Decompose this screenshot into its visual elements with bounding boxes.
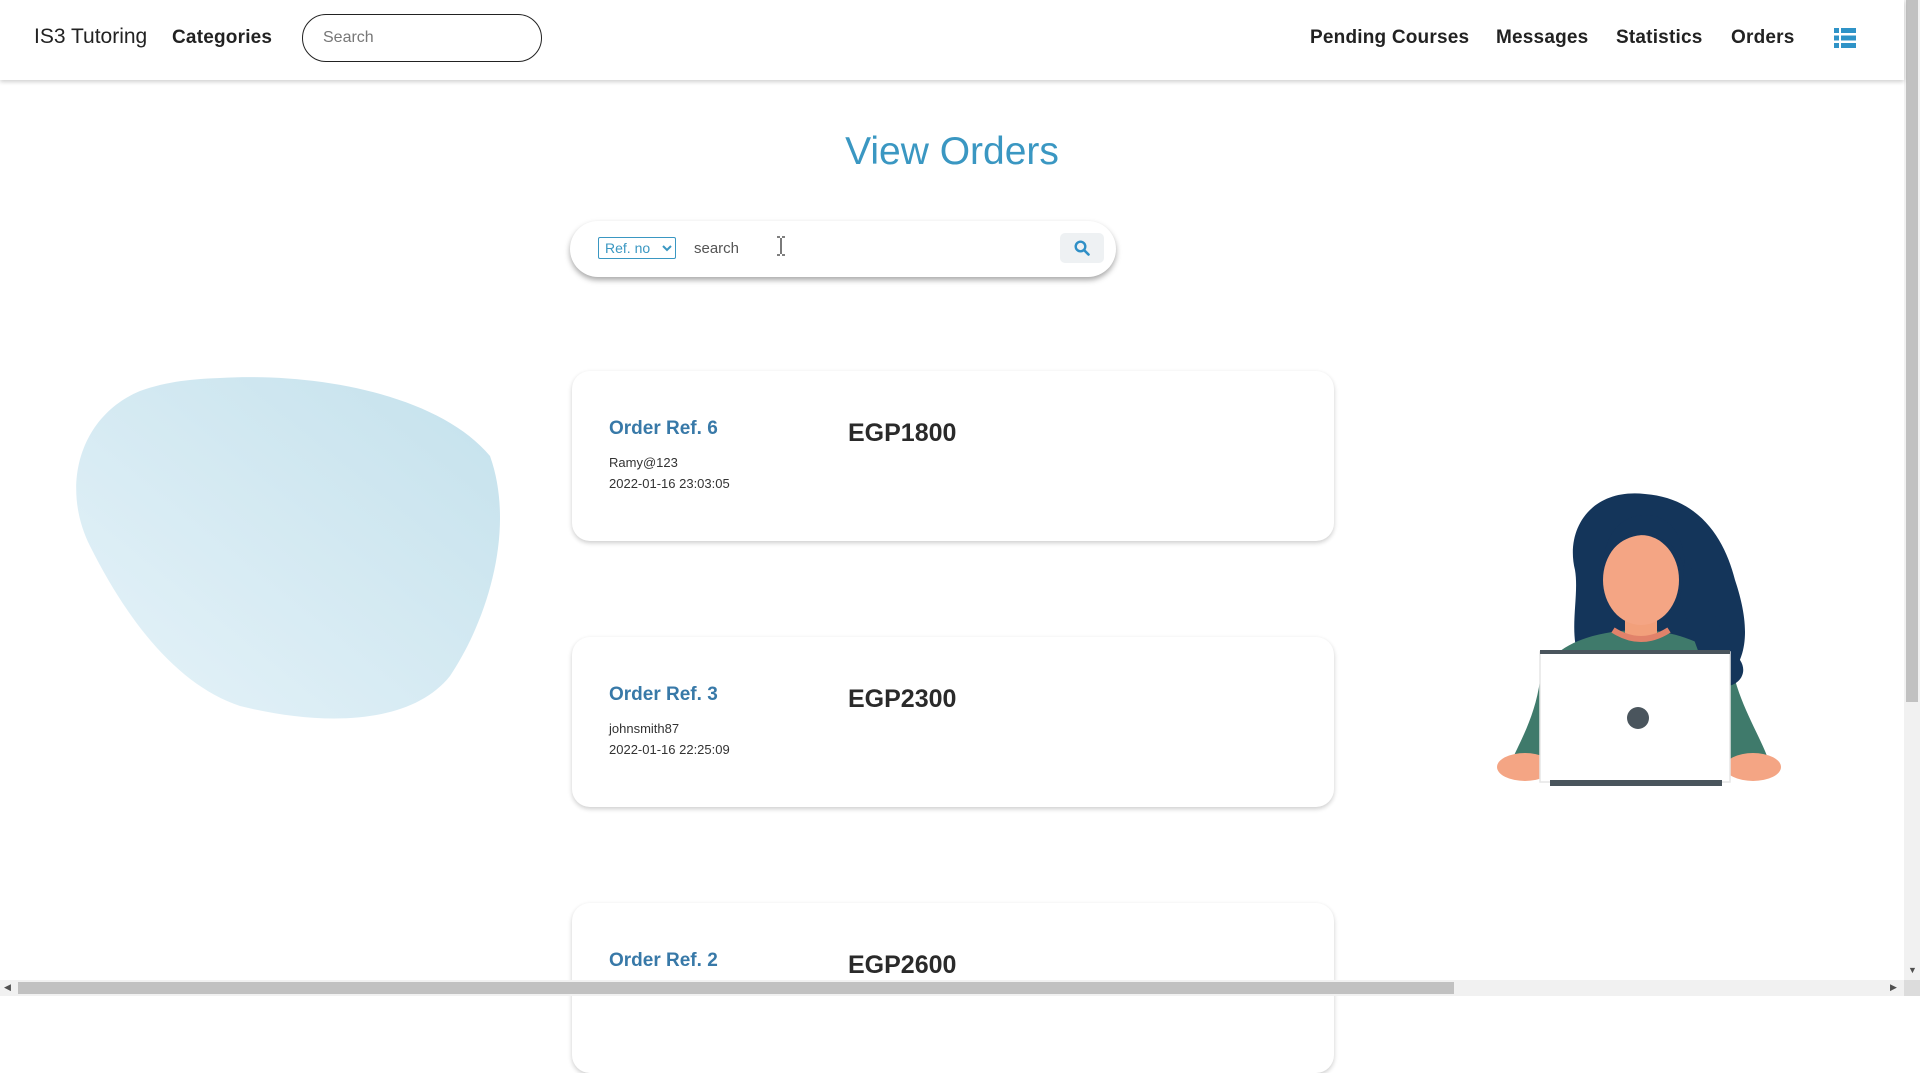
- scrollbar-corner: [1904, 980, 1920, 996]
- order-date: 2022-01-16 23:03:05: [609, 476, 730, 491]
- order-search-input[interactable]: [692, 233, 1022, 263]
- horizontal-scroll-thumb[interactable]: [18, 982, 1454, 994]
- vertical-scroll-thumb[interactable]: [1906, 0, 1918, 702]
- nav-pending-courses[interactable]: Pending Courses: [1310, 27, 1469, 49]
- person-laptop-illustration: [1497, 493, 1781, 786]
- page-title: View Orders: [845, 130, 1059, 173]
- nav-messages[interactable]: Messages: [1496, 27, 1588, 49]
- scroll-down-arrow-icon[interactable]: ▼: [1908, 966, 1917, 975]
- order-date: 2022-01-16 22:25:09: [609, 742, 730, 757]
- order-price: EGP2600: [848, 951, 957, 979]
- order-search-bar: Ref. no: [570, 221, 1116, 277]
- order-card[interactable]: Order Ref. 3 johnsmith87 2022-01-16 22:2…: [572, 637, 1334, 807]
- order-ref-link[interactable]: Order Ref. 3: [609, 684, 718, 706]
- order-price: EGP1800: [848, 419, 957, 447]
- nav-search-input[interactable]: [302, 14, 542, 62]
- list-icon[interactable]: [1834, 28, 1856, 48]
- scroll-left-arrow-icon[interactable]: ◀: [4, 983, 11, 992]
- order-ref-link[interactable]: Order Ref. 2: [609, 950, 718, 972]
- horizontal-scrollbar[interactable]: ◀ ▶: [0, 980, 1904, 996]
- text-cursor-icon: [777, 236, 785, 256]
- top-navbar: IS3 Tutoring Categories Pending Courses …: [0, 0, 1904, 80]
- nav-statistics[interactable]: Statistics: [1616, 27, 1702, 49]
- order-price: EGP2300: [848, 685, 957, 713]
- order-ref-link[interactable]: Order Ref. 6: [609, 418, 718, 440]
- order-search-button[interactable]: [1060, 233, 1104, 263]
- decorative-blob: [76, 377, 501, 719]
- order-username: Ramy@123: [609, 455, 678, 470]
- search-filter-select[interactable]: Ref. no: [598, 237, 676, 259]
- order-username: johnsmith87: [609, 721, 680, 736]
- brand-logo[interactable]: IS3 Tutoring: [34, 25, 147, 49]
- vertical-scrollbar[interactable]: ▲ ▼: [1904, 0, 1920, 980]
- nav-categories[interactable]: Categories: [172, 27, 272, 49]
- scroll-right-arrow-icon[interactable]: ▶: [1890, 983, 1897, 992]
- order-card[interactable]: Order Ref. 6 Ramy@123 2022-01-16 23:03:0…: [572, 371, 1334, 541]
- nav-orders[interactable]: Orders: [1731, 27, 1795, 49]
- search-icon: [1074, 240, 1090, 256]
